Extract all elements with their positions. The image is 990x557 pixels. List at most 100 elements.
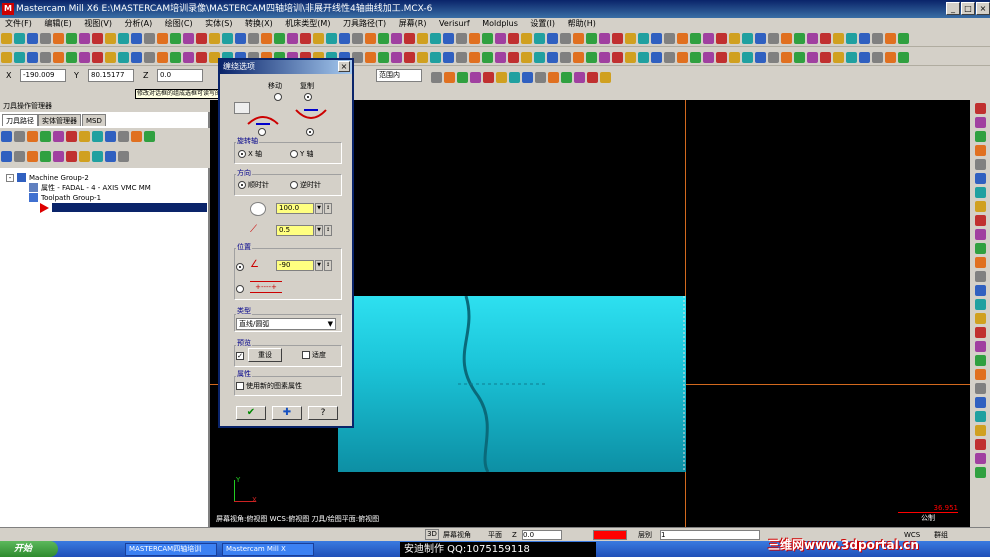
plane-button[interactable]: 平面 — [488, 528, 502, 542]
direction-ccw-option[interactable]: 逆时针 — [290, 181, 321, 190]
toolbar-icon-3[interactable] — [27, 52, 38, 63]
toolbar-icon-47[interactable] — [599, 52, 610, 63]
right-toolbar-icon-16[interactable] — [974, 313, 986, 324]
toolbar-icon-58[interactable] — [742, 33, 753, 44]
toolbar-icon-61[interactable] — [781, 52, 792, 63]
operations-tool-icon-2[interactable] — [14, 151, 25, 162]
toolbar-icon-6[interactable] — [66, 33, 77, 44]
direction-cw-option[interactable]: 顺时针 — [238, 181, 269, 190]
toolbar-icon-55[interactable] — [703, 52, 714, 63]
angle-dropdown[interactable]: ▼ — [315, 260, 323, 271]
toolbar-icon-62[interactable] — [794, 33, 805, 44]
toolbar-icon-63[interactable] — [807, 33, 818, 44]
toolbar-icon-46[interactable] — [586, 33, 597, 44]
toolbar-icon-34[interactable] — [430, 33, 441, 44]
help-button[interactable]: ? — [308, 406, 338, 420]
selection-tool-icon-9[interactable] — [535, 72, 546, 83]
toolbar-icon-65[interactable] — [833, 33, 844, 44]
toolbar-icon-17[interactable] — [209, 33, 220, 44]
toolbar-icon-67[interactable] — [859, 52, 870, 63]
toolbar-icon-60[interactable] — [768, 33, 779, 44]
right-toolbar-icon-15[interactable] — [974, 299, 986, 310]
menu-file[interactable]: 文件(F) — [0, 19, 37, 28]
toolbar-icon-40[interactable] — [508, 52, 519, 63]
toolbar-icon-8[interactable] — [92, 33, 103, 44]
point-radio[interactable] — [236, 284, 246, 293]
toolbar-icon-5[interactable] — [53, 52, 64, 63]
toolbar-icon-69[interactable] — [885, 33, 896, 44]
menu-help[interactable]: 帮助(H) — [563, 19, 601, 28]
toolbar-icon-52[interactable] — [664, 52, 675, 63]
toolbar-icon-29[interactable] — [365, 33, 376, 44]
task-mastercam[interactable]: Mastercam Mill X — [222, 543, 314, 556]
toolbar-icon-67[interactable] — [859, 33, 870, 44]
toolbar-icon-7[interactable] — [79, 52, 90, 63]
toolbar-icon-56[interactable] — [716, 52, 727, 63]
toolbar-icon-9[interactable] — [105, 52, 116, 63]
toolbar-icon-15[interactable] — [183, 33, 194, 44]
tree-selected-row[interactable] — [52, 203, 207, 212]
operations-tool-icon-1[interactable] — [1, 151, 12, 162]
toolbar-icon-5[interactable] — [53, 33, 64, 44]
right-toolbar-icon-23[interactable] — [974, 411, 986, 422]
toolbar-icon-35[interactable] — [443, 52, 454, 63]
right-toolbar-icon-26[interactable] — [974, 453, 986, 464]
move-radio[interactable] — [274, 92, 284, 101]
right-toolbar-icon-4[interactable] — [974, 145, 986, 156]
toolbar-icon-12[interactable] — [144, 52, 155, 63]
toolbar-icon-30[interactable] — [378, 52, 389, 63]
selection-tool-icon-10[interactable] — [548, 72, 559, 83]
menu-toolpaths[interactable]: 刀具路径(T) — [338, 19, 391, 28]
toolbar-icon-63[interactable] — [807, 52, 818, 63]
new-attributes-checkbox[interactable]: 使用新的图素属性 — [236, 382, 302, 391]
toolbar-icon-16[interactable] — [196, 33, 207, 44]
toolbar-icon-48[interactable] — [612, 33, 623, 44]
diameter-dropdown[interactable]: ▼ — [315, 203, 323, 214]
toolbar-icon-53[interactable] — [677, 52, 688, 63]
right-toolbar-icon-8[interactable] — [974, 201, 986, 212]
toolbar-icon-59[interactable] — [755, 52, 766, 63]
operations-tool-icon-11[interactable] — [131, 131, 142, 142]
z-depth-field[interactable]: 0.0 — [522, 530, 562, 540]
toolbar-icon-38[interactable] — [482, 33, 493, 44]
menu-view[interactable]: 视图(V) — [79, 19, 117, 28]
menu-machine-type[interactable]: 机床类型(M) — [280, 19, 335, 28]
menu-edit[interactable]: 编辑(E) — [39, 19, 76, 28]
toolbar-icon-62[interactable] — [794, 52, 805, 63]
toolbar-icon-33[interactable] — [417, 52, 428, 63]
selection-tool-icon-2[interactable] — [444, 72, 455, 83]
selection-tool-icon-6[interactable] — [496, 72, 507, 83]
toolbar-icon-66[interactable] — [846, 33, 857, 44]
toolbar-icon-21[interactable] — [261, 33, 272, 44]
toolbar-icon-10[interactable] — [118, 52, 129, 63]
toolbar-icon-54[interactable] — [690, 52, 701, 63]
type-select[interactable]: 直线/圆弧 ▼ — [236, 318, 336, 330]
toolbar-icon-70[interactable] — [898, 52, 909, 63]
menu-solids[interactable]: 实体(S) — [200, 19, 237, 28]
right-toolbar-icon-21[interactable] — [974, 383, 986, 394]
operations-tool-icon-5[interactable] — [53, 151, 64, 162]
tab-msd[interactable]: MSD — [82, 114, 106, 126]
right-toolbar-icon-2[interactable] — [974, 117, 986, 128]
axis-y-option[interactable]: Y 轴 — [290, 150, 314, 159]
toolbar-icon-25[interactable] — [313, 33, 324, 44]
right-toolbar-icon-5[interactable] — [974, 159, 986, 170]
toolbar-icon-9[interactable] — [105, 33, 116, 44]
toolbar-icon-4[interactable] — [40, 52, 51, 63]
toolbar-icon-69[interactable] — [885, 52, 896, 63]
toolbar-icon-47[interactable] — [599, 33, 610, 44]
toolbar-icon-37[interactable] — [469, 33, 480, 44]
toolbar-icon-41[interactable] — [521, 52, 532, 63]
toolbar-icon-32[interactable] — [404, 33, 415, 44]
right-toolbar-icon-13[interactable] — [974, 271, 986, 282]
toolbar-icon-24[interactable] — [300, 33, 311, 44]
toolbar-icon-66[interactable] — [846, 52, 857, 63]
toolbar-icon-43[interactable] — [547, 52, 558, 63]
toolbar-icon-14[interactable] — [170, 52, 181, 63]
toolbar-icon-50[interactable] — [638, 33, 649, 44]
toolbar-icon-51[interactable] — [651, 33, 662, 44]
tab-solids[interactable]: 实体管理器 — [38, 114, 81, 126]
minimize-button[interactable]: _ — [946, 2, 960, 15]
toolbar-icon-34[interactable] — [430, 52, 441, 63]
diameter-spinner[interactable]: ↕ — [324, 203, 332, 214]
